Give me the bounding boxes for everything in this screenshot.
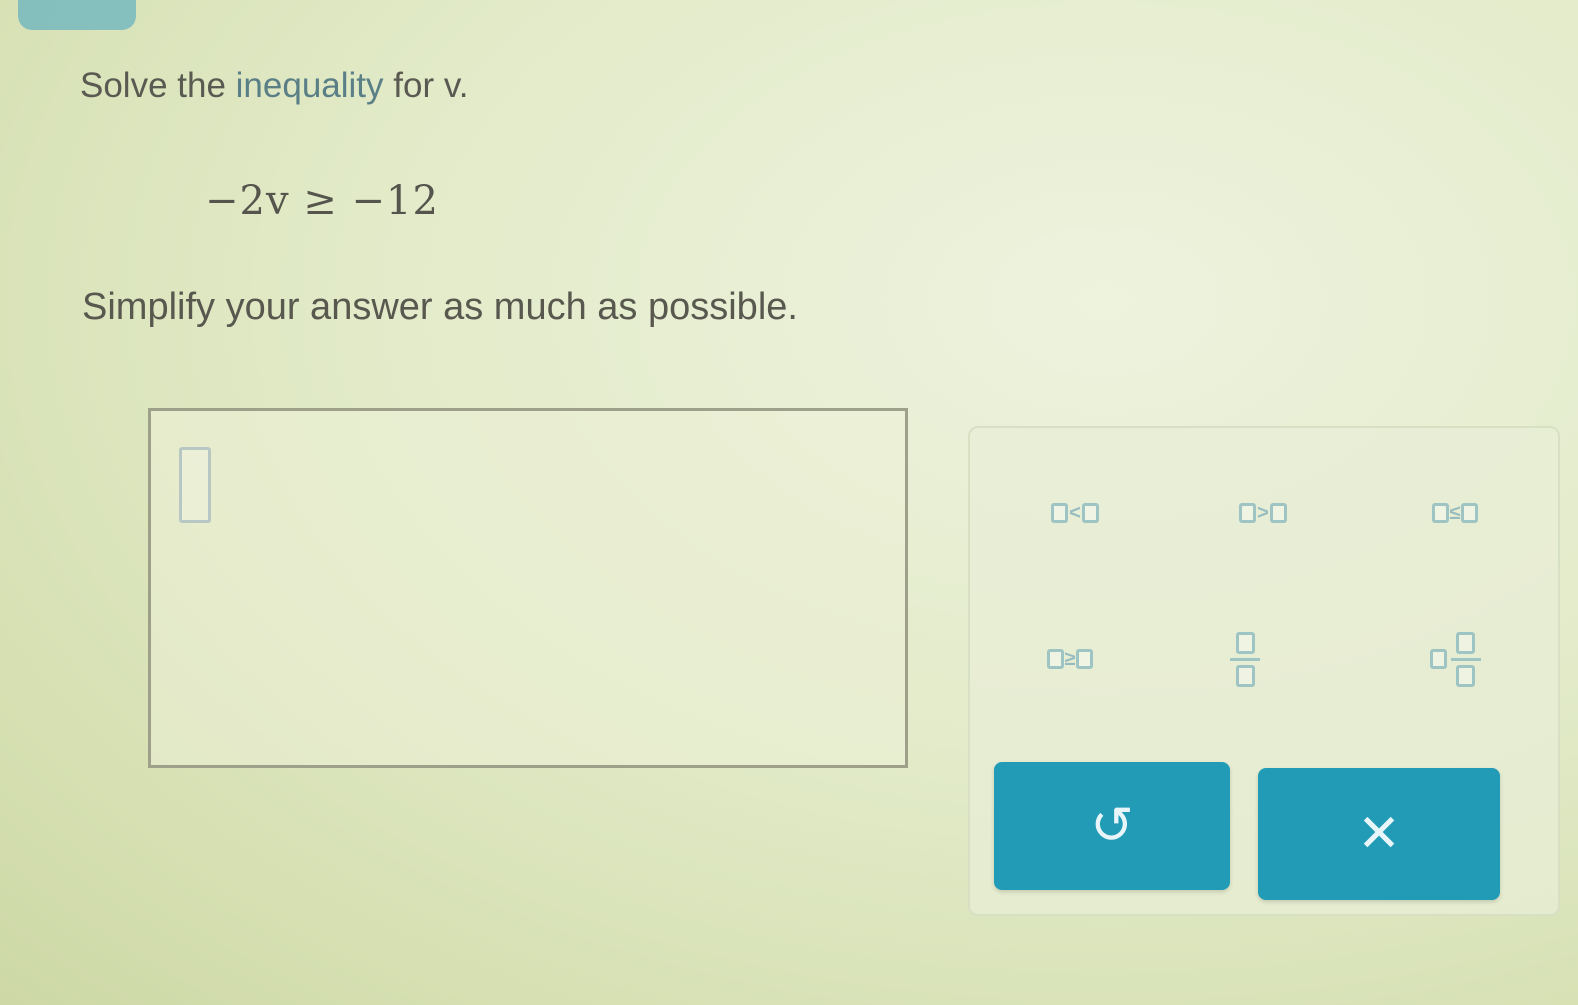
template-box-icon <box>1076 649 1094 669</box>
greater-or-equal-key[interactable]: ≥ <box>1005 624 1135 694</box>
undo-button[interactable]: ↺ <box>994 762 1230 890</box>
equation: −2v ≥ −12 <box>205 178 439 224</box>
mixed-number-key[interactable] <box>1390 624 1520 694</box>
instruction-text: Simplify your answer as much as possible… <box>82 286 798 328</box>
greater-than-symbol: > <box>1257 501 1269 524</box>
answer-input[interactable] <box>148 408 908 768</box>
less-or-equal-symbol: ≤ <box>1449 501 1461 524</box>
template-box-icon <box>1046 649 1064 669</box>
template-box-icon <box>1431 503 1449 523</box>
template-box-icon <box>1461 503 1479 523</box>
fraction-icon <box>1230 631 1260 687</box>
clear-button[interactable]: ✕ <box>1258 768 1500 900</box>
top-tab[interactable] <box>18 0 136 30</box>
template-box-icon <box>1081 503 1099 523</box>
greater-than-key[interactable]: > <box>1198 478 1328 548</box>
mixed-number-icon <box>1429 631 1481 687</box>
template-box-icon <box>1269 503 1287 523</box>
math-keypad: < > ≤ ≥ ↺ ✕ <box>968 426 1560 916</box>
greater-or-equal-symbol: ≥ <box>1064 647 1076 670</box>
input-cursor-box <box>179 447 211 523</box>
prompt-text-after: for v. <box>383 66 469 105</box>
less-or-equal-key[interactable]: ≤ <box>1390 478 1520 548</box>
inequality-link[interactable]: inequality <box>236 66 384 105</box>
less-than-symbol: < <box>1069 501 1081 524</box>
undo-icon: ↺ <box>1090 797 1134 855</box>
close-icon: ✕ <box>1357 805 1401 863</box>
less-than-key[interactable]: < <box>1010 478 1140 548</box>
template-box-icon <box>1051 503 1069 523</box>
question-prompt: Solve the inequality for v. <box>80 66 468 106</box>
fraction-key[interactable] <box>1180 624 1310 694</box>
template-box-icon <box>1239 503 1257 523</box>
prompt-text-before: Solve the <box>80 66 236 105</box>
